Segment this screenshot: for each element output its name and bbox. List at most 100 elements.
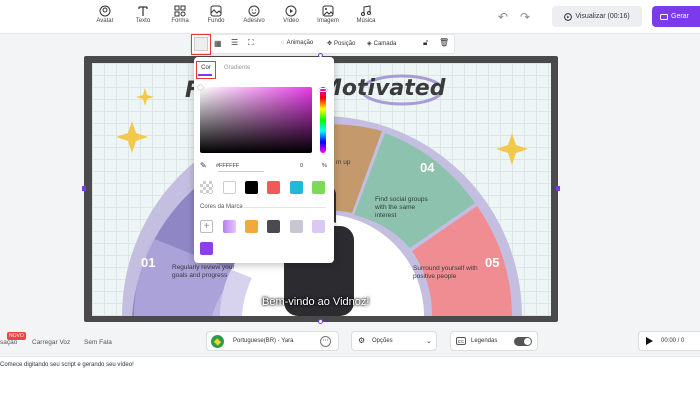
brazil-flag-icon <box>211 335 224 348</box>
generate-label: Gerar <box>671 13 689 20</box>
brand-color[interactable] <box>290 220 303 233</box>
segment-text: Surround yourself with positive people <box>413 265 478 280</box>
resize-handle[interactable] <box>318 319 323 324</box>
tool-sticker[interactable]: Adesivo <box>234 3 274 24</box>
toggle-knob <box>524 338 531 345</box>
star-icon <box>136 88 154 106</box>
tab-gradient[interactable]: Gradiente <box>224 65 250 71</box>
tool-avatar[interactable]: Avatar <box>85 3 125 24</box>
position-label: Posição <box>334 40 356 47</box>
video-icon <box>660 13 668 20</box>
preset-transparent[interactable] <box>200 181 213 194</box>
tool-label: Adesivo <box>243 18 265 24</box>
star-icon <box>116 121 148 153</box>
preset-green[interactable] <box>312 181 325 194</box>
hue-slider[interactable] <box>320 87 326 153</box>
audio-player: 00:00 / 0 <box>638 331 700 351</box>
segment-number: 05 <box>485 255 500 270</box>
preset-black[interactable] <box>245 181 258 194</box>
options-label: Opções <box>372 338 393 344</box>
selection-highlight <box>191 34 211 55</box>
tab-narration[interactable]: sação <box>0 339 17 346</box>
captions-label: Legendas <box>471 338 498 344</box>
preset-red[interactable] <box>267 181 280 194</box>
segment-number: 04 <box>420 160 435 175</box>
lock-icon[interactable]: 🔓︎ <box>423 38 428 48</box>
undo-icon[interactable]: ↶ <box>498 10 508 24</box>
tool-label: Avatar <box>96 18 114 24</box>
position-button[interactable]: ✥ Posição <box>327 40 356 48</box>
options-select[interactable]: ⚙︎ Opções ⌄ <box>351 331 437 351</box>
opacity-unit: % <box>322 163 327 169</box>
tool-image[interactable]: Imagem <box>308 3 348 24</box>
active-tab-indicator <box>198 74 212 76</box>
tool-shape[interactable]: Forma <box>160 3 200 24</box>
resize-handle[interactable] <box>556 186 560 191</box>
voice-label: Portuguese(BR) - Yara <box>233 338 294 344</box>
play-icon[interactable] <box>645 337 653 345</box>
image-icon <box>322 5 334 17</box>
brand-color[interactable] <box>267 220 280 233</box>
chevron-down-icon: ⌄ <box>426 338 432 345</box>
hex-input[interactable]: #FFFFFF <box>216 163 239 169</box>
resize-handle[interactable] <box>82 186 86 191</box>
more-icon[interactable]: ⋯ <box>320 336 331 347</box>
redo-icon[interactable]: ↷ <box>520 10 530 24</box>
tool-label: Forma <box>171 18 189 24</box>
tab-color[interactable]: Cor <box>198 65 214 79</box>
text-icon <box>138 6 148 16</box>
preview-label: Visualizar (00:16) <box>575 13 630 20</box>
tool-music[interactable]: Música <box>346 3 386 24</box>
eyedropper-icon[interactable]: ✎ <box>200 161 207 170</box>
layer-label: Camada <box>373 40 397 47</box>
generate-button[interactable]: Gerar <box>652 6 700 27</box>
brand-color[interactable] <box>312 220 325 233</box>
preset-white[interactable] <box>223 181 236 194</box>
animation-button[interactable]: ◌ Animação <box>281 40 313 46</box>
avatar-icon <box>99 5 111 17</box>
music-icon <box>361 5 371 16</box>
tool-label: Texto <box>135 18 151 24</box>
brand-color[interactable] <box>245 220 258 233</box>
trash-icon[interactable]: 🗑︎ <box>439 38 449 47</box>
tool-label: Fundo <box>207 18 225 24</box>
line-weight-icon[interactable]: ☰ <box>231 38 238 47</box>
checker-icon[interactable]: ▦ <box>214 39 222 48</box>
divider <box>242 207 326 208</box>
segment-number: 01 <box>141 255 156 270</box>
shape-icon <box>174 5 186 17</box>
tool-label: Música <box>356 18 376 24</box>
voice-select[interactable]: Portuguese(BR) - Yara ⋯ <box>206 331 339 351</box>
brand-colors-title: Cores da Marca <box>200 204 243 210</box>
segment-text-partial: m up <box>336 159 351 166</box>
tool-label: Vídeo <box>283 18 299 24</box>
play-circle-icon <box>564 12 573 21</box>
opacity-input[interactable]: 0 <box>300 163 303 169</box>
avatar-subtitle: Bem-vindo ao Vidnoz! <box>262 296 370 308</box>
preview-button[interactable]: Visualizar (00:16) <box>552 6 642 27</box>
sliders-icon: ⚙︎ <box>358 336 366 345</box>
brand-color[interactable] <box>223 220 236 233</box>
brand-color[interactable] <box>200 242 213 255</box>
tab-upload-voice[interactable]: Carregar Voz <box>32 339 70 346</box>
new-badge: NOVO <box>7 332 26 340</box>
layer-button[interactable]: ◈ Camada <box>367 40 397 48</box>
tab-no-speech[interactable]: Sem Fala <box>84 339 112 346</box>
tool-label: Imagem <box>317 18 339 24</box>
tool-background[interactable]: Fundo <box>196 3 236 24</box>
crop-icon[interactable]: ⛶ <box>248 38 254 48</box>
saturation-handle[interactable] <box>198 85 203 90</box>
add-brand-color-icon[interactable]: + <box>200 220 213 233</box>
tool-text[interactable]: Texto <box>123 3 163 24</box>
hue-handle[interactable] <box>319 88 327 92</box>
animation-icon: ◌ <box>281 40 285 46</box>
hex-underline <box>218 171 264 172</box>
tool-video[interactable]: Vídeo <box>271 3 311 24</box>
hex-row: ✎ #FFFFFF 0 % <box>200 161 328 172</box>
video-icon <box>285 5 297 17</box>
saturation-value-area[interactable] <box>200 87 312 153</box>
segment-text: Regularly review your goals and progress <box>172 264 235 279</box>
color-picker-popover: Cor Gradiente ✎ #FFFFFF 0 % Cores da Mar… <box>194 57 334 263</box>
preset-cyan[interactable] <box>290 181 303 194</box>
animation-label: Animação <box>286 40 314 46</box>
